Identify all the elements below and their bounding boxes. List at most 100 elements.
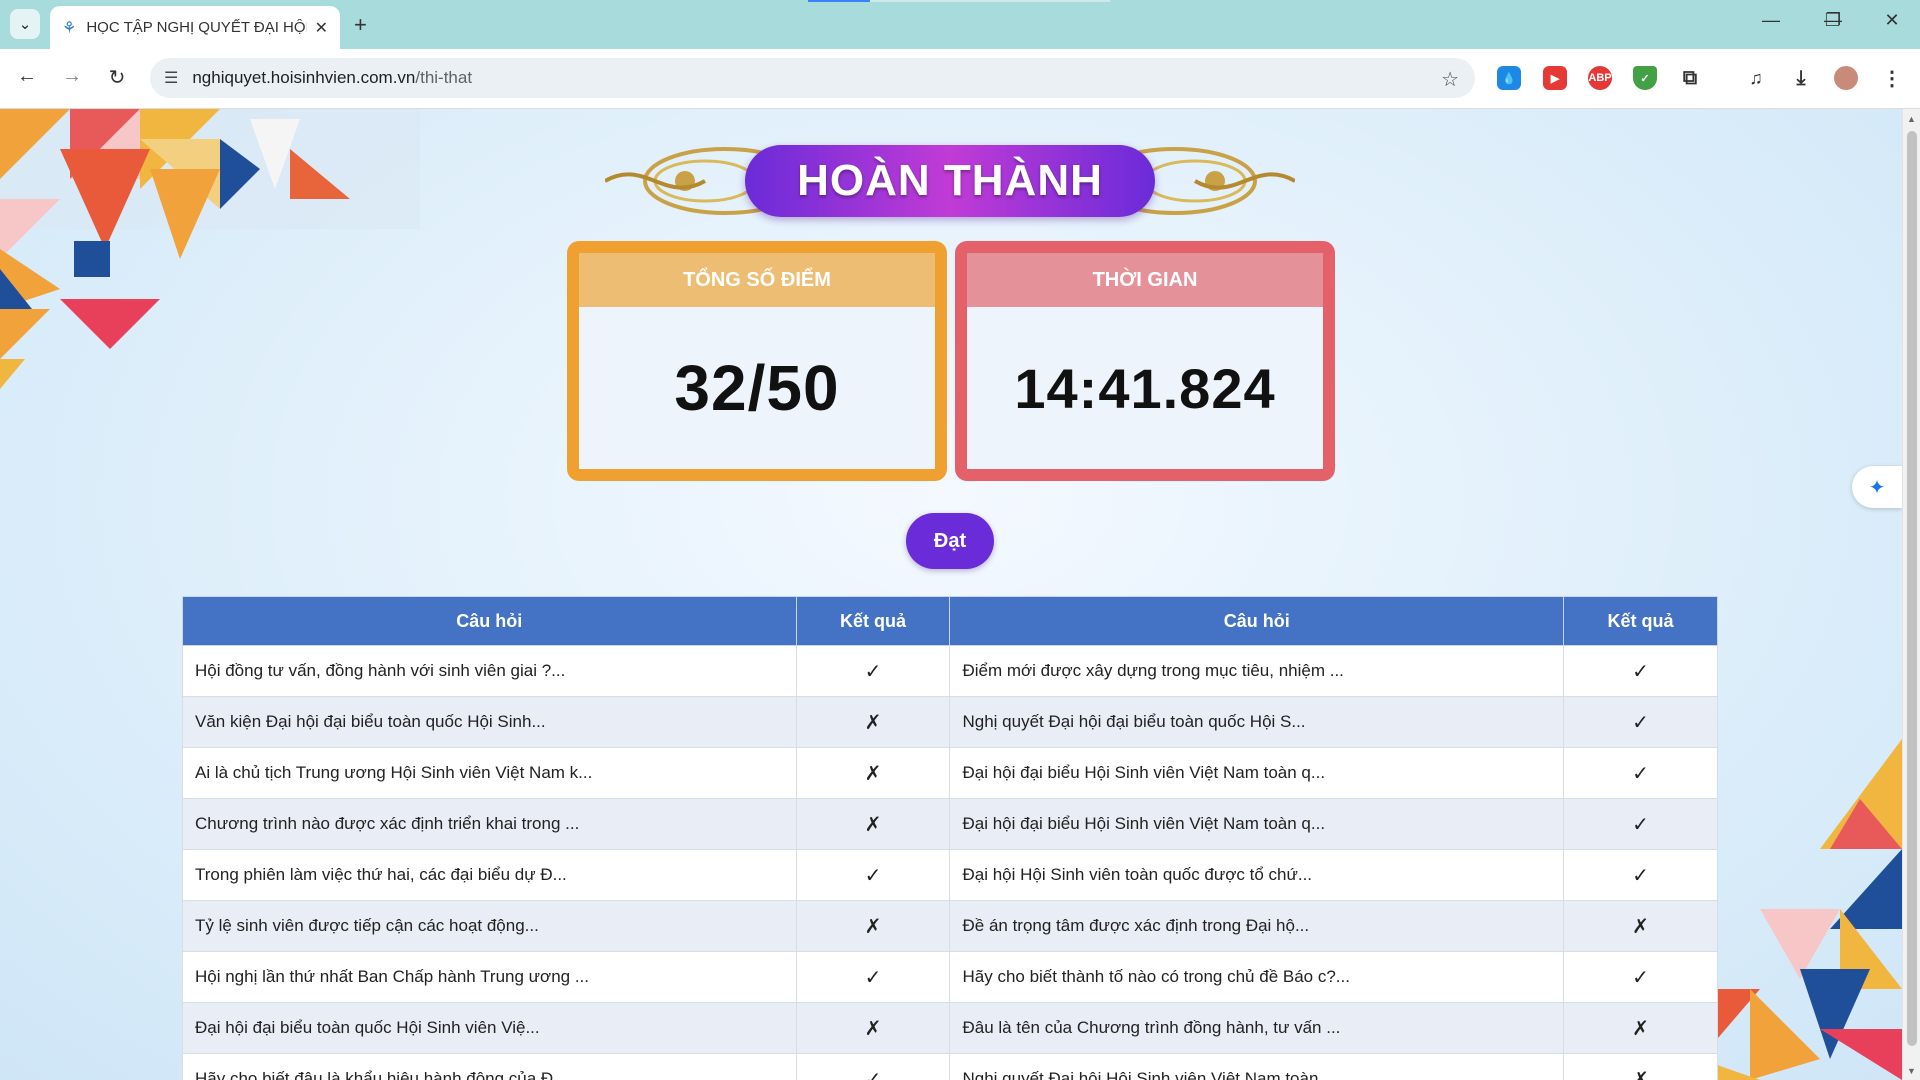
time-card: THỜI GIAN 14:41.824: [955, 241, 1335, 481]
window-minimize-button[interactable]: —: [1751, 10, 1791, 31]
table-header-row: Câu hỏi Kết quả Câu hỏi Kết quả: [182, 596, 1718, 646]
site-favicon-icon: ⚘: [62, 19, 77, 37]
table-row: Hội đồng tư vấn, đồng hành với sinh viên…: [182, 645, 1718, 697]
completion-banner: HOÀN THÀNH: [605, 133, 1295, 223]
back-arrow-icon[interactable]: ←: [12, 65, 42, 88]
question-cell: Hãy cho biết thành tố nào có trong chủ đ…: [949, 951, 1565, 1003]
result-cell: ✓: [795, 849, 951, 901]
tab-close-icon[interactable]: ✕: [315, 18, 328, 38]
table-row: Ai là chủ tịch Trung ương Hội Sinh viên …: [182, 747, 1718, 799]
result-cell: ✓: [1563, 849, 1718, 901]
question-cell: Điểm mới được xây dựng trong mục tiêu, n…: [949, 645, 1565, 697]
score-value: 32/50: [674, 352, 840, 424]
table-row: Hội nghị lần thứ nhất Ban Chấp hành Trun…: [182, 951, 1718, 1003]
result-cell: ✗: [1563, 900, 1718, 952]
question-cell: Văn kiện Đại hội đại biểu toàn quốc Hội …: [182, 696, 797, 748]
result-cell: ✓: [795, 951, 951, 1003]
question-cell: Chương trình nào được xác định triển kha…: [182, 798, 797, 850]
window-restore-button[interactable]: ❐: [1813, 10, 1853, 31]
header-result-2: Kết quả: [1563, 596, 1718, 646]
site-info-icon[interactable]: ☰: [164, 68, 178, 88]
question-cell: Nghị quyết Đại hội đại biểu toàn quốc Hộ…: [949, 696, 1565, 748]
page-title: HOÀN THÀNH: [797, 156, 1103, 205]
results-table: Câu hỏi Kết quả Câu hỏi Kết quả Hội đồng…: [182, 596, 1718, 1080]
page-scrollbar[interactable]: ▲ ▼: [1902, 109, 1920, 1080]
question-cell: Đâu là tên của Chương trình đồng hành, t…: [949, 1002, 1565, 1054]
reload-icon[interactable]: ↻: [102, 65, 132, 90]
address-bar[interactable]: ☰ nghiquyet.hoisinhvien.com.vn/thi-that …: [150, 58, 1475, 98]
download-icon[interactable]: ⤓: [1789, 66, 1813, 90]
new-tab-button[interactable]: +: [354, 12, 367, 38]
question-cell: Tỷ lệ sinh viên được tiếp cận các hoạt đ…: [182, 900, 797, 952]
media-controls-icon[interactable]: ♫: [1744, 66, 1768, 90]
result-cell: ✓: [1563, 645, 1718, 697]
video-speed-extension-icon[interactable]: ▶: [1543, 66, 1567, 90]
tab-strip: ⌄ ⚘ HỌC TẬP NGHỊ QUYẾT ĐẠI HỘI ✕ + —: [0, 0, 1920, 49]
assistant-sparkle-button[interactable]: ✦: [1852, 466, 1902, 508]
result-cell: ✓: [795, 645, 951, 697]
result-cell: ✗: [1563, 1002, 1718, 1054]
table-row: Đại hội đại biểu toàn quốc Hội Sinh viên…: [182, 1002, 1718, 1054]
puzzle-extensions-icon[interactable]: ⧉: [1678, 66, 1702, 90]
question-cell: Đại hội đại biểu Hội Sinh viên Việt Nam …: [949, 747, 1565, 799]
table-row: Hãy cho biết đâu là khẩu hiệu hành động …: [182, 1053, 1718, 1080]
decorative-pattern-bottom-right: [1700, 739, 1902, 1080]
header-result-1: Kết quả: [795, 596, 951, 646]
tab-search-button[interactable]: ⌄: [10, 9, 40, 39]
result-cell: ✗: [1563, 1053, 1718, 1080]
result-cell: ✗: [795, 1002, 951, 1054]
tab-indicator: [808, 0, 870, 2]
profile-avatar[interactable]: [1834, 66, 1858, 90]
pass-status-button[interactable]: Đạt: [906, 513, 994, 569]
page-content: HOÀN THÀNH TỔNG SỐ ĐIỂM 32/50 THỜI GIAN …: [0, 109, 1902, 1080]
result-cell: ✓: [1563, 798, 1718, 850]
water-drop-extension-icon[interactable]: 💧: [1497, 66, 1521, 90]
table-row: Tỷ lệ sinh viên được tiếp cận các hoạt đ…: [182, 900, 1718, 952]
forward-arrow-icon[interactable]: →: [57, 65, 87, 88]
table-body: Hội đồng tư vấn, đồng hành với sinh viên…: [182, 645, 1718, 1080]
time-value: 14:41.824: [1014, 356, 1276, 420]
header-question-2: Câu hỏi: [949, 596, 1565, 646]
result-cell: ✗: [795, 900, 951, 952]
result-cell: ✓: [1563, 696, 1718, 748]
question-cell: Hội đồng tư vấn, đồng hành với sinh viên…: [182, 645, 797, 697]
question-cell: Nghị quyết Đại hội Hội Sinh viên Việt Na…: [949, 1053, 1565, 1080]
scroll-down-arrow-icon[interactable]: ▼: [1907, 1066, 1916, 1076]
table-row: Văn kiện Đại hội đại biểu toàn quốc Hội …: [182, 696, 1718, 748]
tab-title: HỌC TẬP NGHỊ QUYẾT ĐẠI HỘI: [86, 19, 307, 36]
question-cell: Trong phiên làm việc thứ hai, các đại bi…: [182, 849, 797, 901]
table-row: Chương trình nào được xác định triển kha…: [182, 798, 1718, 850]
scroll-up-arrow-icon[interactable]: ▲: [1907, 114, 1916, 124]
question-cell: Đại hội đại biểu Hội Sinh viên Việt Nam …: [949, 798, 1565, 850]
question-cell: Hãy cho biết đâu là khẩu hiệu hành động …: [182, 1053, 797, 1080]
menu-kebab-icon[interactable]: ⋮: [1880, 66, 1904, 90]
url-path: /thi-that: [415, 68, 473, 87]
question-cell: Đề án trọng tâm được xác định trong Đại …: [949, 900, 1565, 952]
header-question-1: Câu hỏi: [182, 596, 797, 646]
window-close-button[interactable]: ✕: [1872, 10, 1912, 31]
decorative-pattern-top-left: [0, 109, 420, 389]
result-cell: ✓: [1563, 747, 1718, 799]
result-cell: ✓: [795, 1053, 951, 1080]
title-pill: HOÀN THÀNH: [745, 145, 1155, 217]
result-cell: ✗: [795, 696, 951, 748]
url-host: nghiquyet.hoisinhvien.com.vn: [192, 68, 416, 87]
shield-extension-icon[interactable]: ✓: [1633, 66, 1657, 90]
score-card: TỔNG SỐ ĐIỂM 32/50: [567, 241, 947, 481]
question-cell: Hội nghị lần thứ nhất Ban Chấp hành Trun…: [182, 951, 797, 1003]
time-label: THỜI GIAN: [967, 253, 1323, 307]
table-row: Trong phiên làm việc thứ hai, các đại bi…: [182, 849, 1718, 901]
question-cell: Ai là chủ tịch Trung ương Hội Sinh viên …: [182, 747, 797, 799]
result-cell: ✓: [1563, 951, 1718, 1003]
score-label: TỔNG SỐ ĐIỂM: [579, 253, 935, 307]
adblock-plus-icon[interactable]: ABP: [1588, 66, 1612, 90]
question-cell: Đại hội đại biểu toàn quốc Hội Sinh viên…: [182, 1002, 797, 1054]
browser-toolbar: ← → ↻ ☰ nghiquyet.hoisinhvien.com.vn/thi…: [0, 49, 1920, 109]
bookmark-star-icon[interactable]: ☆: [1441, 67, 1459, 92]
active-tab[interactable]: ⚘ HỌC TẬP NGHỊ QUYẾT ĐẠI HỘI ✕: [50, 6, 340, 49]
result-cell: ✗: [795, 747, 951, 799]
scrollbar-thumb[interactable]: [1907, 131, 1917, 1046]
result-cell: ✗: [795, 798, 951, 850]
question-cell: Đại hội Hội Sinh viên toàn quốc được tổ …: [949, 849, 1565, 901]
tab-indicator-track: [870, 0, 1110, 2]
